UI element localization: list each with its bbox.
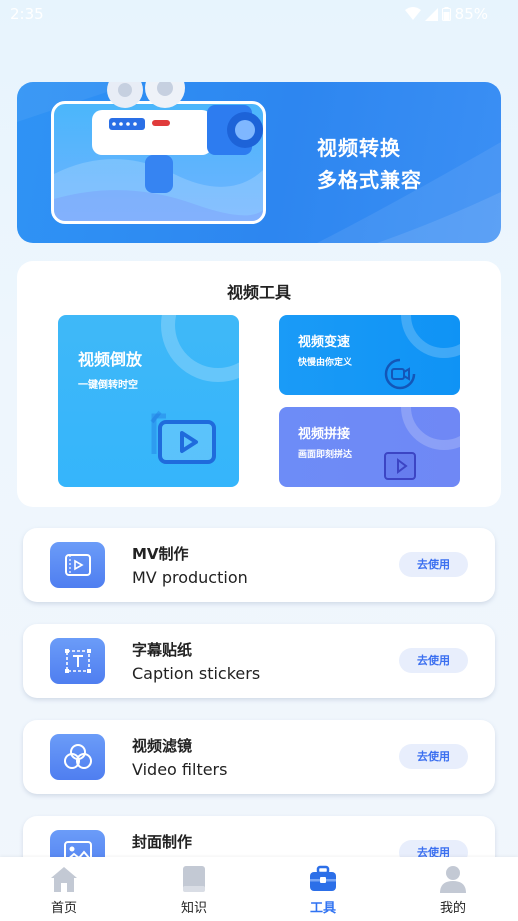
speed-camera-icon [384, 358, 416, 390]
feature-title: 视频滤镜 [132, 737, 193, 755]
battery-level: 85% [454, 5, 488, 23]
nav-label: 首页 [50, 901, 77, 916]
bottom-nav: 首页 知识 工具 我的 [0, 857, 518, 921]
nav-item-mine[interactable]: 我的 [413, 865, 493, 916]
movie-camera-icon [92, 82, 263, 193]
feature-title: 封面制作 [132, 833, 193, 851]
tile-decoration-circle [161, 315, 239, 382]
feature-item-video-filters[interactable]: 视频滤镜 Video filters 去使用 [23, 720, 495, 794]
feature-subtitle: Video filters [132, 760, 228, 779]
feature-subtitle: MV production [132, 568, 248, 587]
tile-video-reverse[interactable]: 视频倒放 一键倒转时空 [58, 315, 239, 487]
join-video-icon [384, 452, 416, 480]
film-icon [50, 542, 105, 588]
status-icons: 85% [404, 5, 488, 23]
nav-label: 知识 [180, 901, 207, 916]
video-tools-card: 视频工具 视频倒放 一键倒转时空 视频变速 快慢由你定义 视频拼接 画面即刻拼达 [17, 261, 501, 507]
status-time: 2:35 [10, 5, 44, 23]
status-bar: 2:35 85% [0, 0, 518, 30]
reverse-play-icon [150, 410, 216, 464]
use-button[interactable]: 去使用 [399, 552, 468, 577]
use-button[interactable]: 去使用 [399, 744, 468, 769]
banner-line-2: 多格式兼容 [317, 168, 422, 192]
nav-item-home[interactable]: 首页 [24, 865, 104, 916]
tile-video-join-name: 视频拼接 [298, 427, 351, 442]
tile-video-reverse-name: 视频倒放 [78, 350, 143, 369]
tile-video-join-sub: 画面即刻拼达 [298, 450, 353, 460]
user-icon [440, 866, 466, 893]
tile-video-speed-sub: 快慢由你定义 [298, 358, 353, 368]
tile-video-join[interactable]: 视频拼接 画面即刻拼达 [279, 407, 460, 487]
feature-item-mv-production[interactable]: MV制作 MV production 去使用 [23, 528, 495, 602]
video-tools-title: 视频工具 [226, 283, 291, 302]
tile-video-speed[interactable]: 视频变速 快慢由你定义 [279, 315, 460, 395]
nav-label: 我的 [439, 901, 466, 916]
feature-title: MV制作 [132, 545, 189, 563]
nav-item-tools[interactable]: 工具 [283, 865, 363, 916]
banner[interactable]: 视频转换 多格式兼容 [17, 82, 501, 243]
banner-title: 视频转换 多格式兼容 [317, 132, 422, 196]
book-icon [183, 866, 205, 892]
use-button[interactable]: 去使用 [399, 648, 468, 673]
battery-icon [441, 7, 451, 21]
text-frame-icon [50, 638, 105, 684]
feature-title: 字幕贴纸 [132, 641, 193, 659]
feature-item-caption-stickers[interactable]: 字幕贴纸 Caption stickers 去使用 [23, 624, 495, 698]
home-icon [51, 867, 77, 892]
tile-video-speed-name: 视频变速 [298, 335, 351, 350]
toolbox-icon [310, 865, 336, 891]
wifi-icon [404, 7, 421, 20]
banner-line-1: 视频转换 [317, 136, 401, 160]
signal-icon [424, 7, 438, 21]
tile-video-reverse-sub: 一键倒转时空 [78, 380, 138, 391]
nav-label: 工具 [309, 901, 336, 916]
nav-item-knowledge[interactable]: 知识 [154, 865, 234, 916]
filter-icon [50, 734, 105, 780]
feature-subtitle: Caption stickers [132, 664, 261, 683]
